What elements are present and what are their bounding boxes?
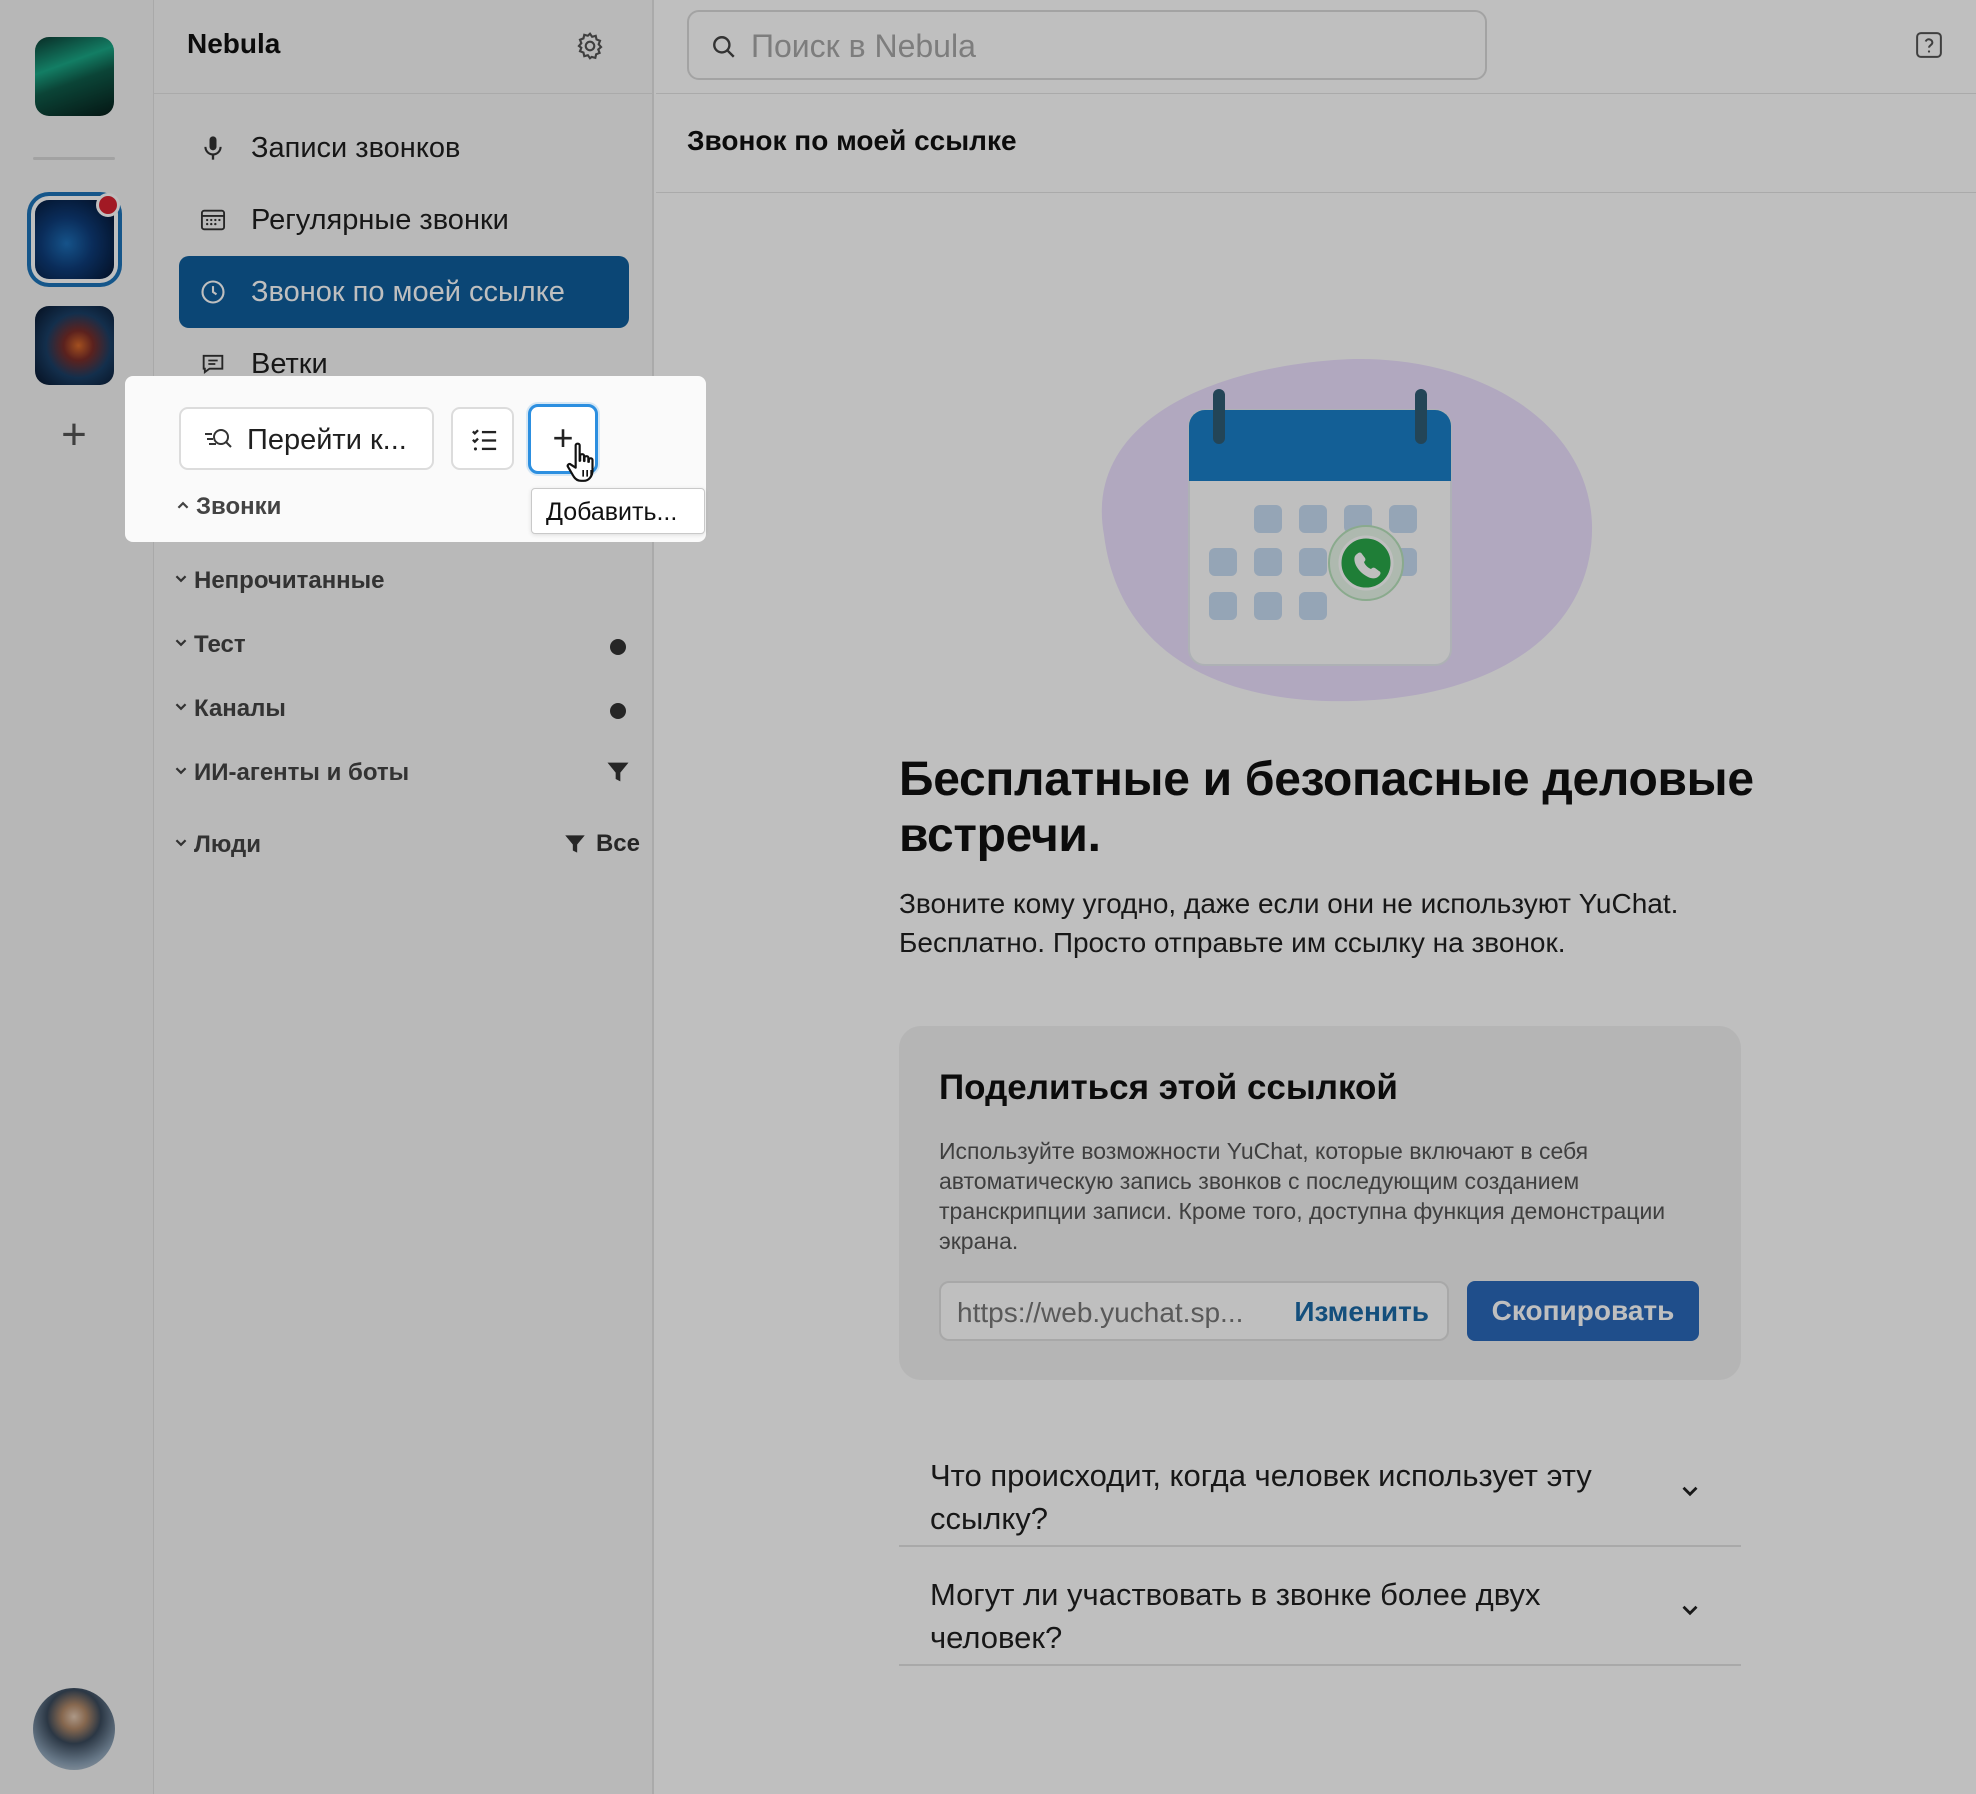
filter-icon — [565, 835, 585, 853]
chevron-down-icon — [1682, 1486, 1698, 1497]
faq-item[interactable]: Могут ли участвовать в звонке более двух… — [899, 1547, 1741, 1666]
list-view-button[interactable] — [451, 407, 514, 470]
sidebar-item-label: Записи звонков — [251, 132, 461, 164]
main-content: Звонок по моей ссылке Бесплатные и безоп… — [656, 0, 1976, 1794]
thread-icon — [202, 354, 224, 375]
call-link-field[interactable]: https://web.yuchat.sp... Изменить — [939, 1281, 1449, 1341]
tooltip-text: Добавить... — [546, 498, 678, 526]
share-link-card: Поделиться этой ссылкой Используйте возм… — [899, 1026, 1741, 1380]
topbar — [656, 0, 1976, 94]
section-label: ИИ-агенты и боты — [194, 759, 410, 786]
share-card-title: Поделиться этой ссылкой — [939, 1068, 1398, 1107]
section-test[interactable]: Тест — [170, 624, 640, 668]
sidebar: Nebula Записи звонков Регулярные звонки … — [154, 0, 654, 1794]
calendar-icon — [200, 209, 226, 231]
chevron-down-icon — [175, 639, 187, 647]
chevron-down-icon — [1682, 1605, 1698, 1616]
search-icon — [713, 36, 735, 58]
go-to-label: Перейти к... — [247, 424, 407, 456]
sidebar-item-call-recordings[interactable]: Записи звонков — [179, 112, 629, 184]
list-icon — [472, 429, 497, 451]
section-label: Люди — [194, 831, 262, 858]
workspace-header: Nebula — [154, 0, 654, 94]
chevron-down-icon — [175, 839, 187, 847]
share-card-description: Используйте возможности YuChat, которые … — [939, 1138, 1666, 1254]
sidebar-item-label: Регулярные звонки — [251, 204, 509, 236]
section-label: Непрочитанные — [194, 567, 385, 594]
section-unread[interactable]: Непрочитанные — [170, 560, 640, 604]
change-link-button[interactable]: Изменить — [1294, 1296, 1429, 1328]
faq-question: Могут ли участвовать в звонке более двух… — [930, 1577, 1541, 1655]
faq-item[interactable]: Что происходит, когда человек использует… — [899, 1428, 1741, 1547]
gear-icon[interactable] — [574, 30, 606, 62]
go-to-button[interactable]: Перейти к... — [179, 407, 434, 470]
sidebar-item-recurring-calls[interactable]: Регулярные звонки — [179, 184, 629, 256]
microphone-icon — [204, 136, 222, 160]
user-avatar[interactable] — [33, 1688, 115, 1770]
hero-subtitle: Звоните кому угодно, даже если они не ис… — [899, 888, 1679, 958]
unread-badge — [96, 193, 120, 217]
faq-question: Что происходит, когда человек использует… — [930, 1458, 1592, 1536]
add-tooltip: Добавить... — [531, 488, 705, 534]
search-bar[interactable] — [687, 10, 1487, 80]
unread-dot — [610, 703, 626, 719]
people-filter[interactable]: Все — [562, 830, 640, 858]
chevron-down-icon — [175, 575, 187, 583]
page-title-bar: Звонок по моей ссылке — [656, 95, 1976, 193]
clock-icon — [201, 280, 225, 304]
section-people[interactable]: Люди Все — [170, 824, 640, 868]
calendar-call-illustration — [1101, 358, 1593, 702]
chevron-down-icon — [175, 767, 187, 775]
section-ai-agents[interactable]: ИИ-агенты и боты — [170, 752, 640, 796]
page-title: Звонок по моей ссылке — [687, 125, 1017, 156]
search-input[interactable] — [751, 24, 1451, 68]
rail-divider — [33, 157, 115, 160]
workspace-rail: + — [0, 0, 154, 1794]
aurora-workspace-icon[interactable] — [35, 37, 114, 116]
filter-icon[interactable] — [604, 758, 632, 786]
chevron-up-icon — [177, 501, 189, 509]
section-channels[interactable]: Каналы — [170, 688, 640, 732]
sidebar-item-label: Звонок по моей ссылке — [251, 276, 565, 308]
section-label: Тест — [194, 631, 246, 658]
search-arrow-icon — [205, 429, 232, 448]
call-link-url[interactable]: https://web.yuchat.sp... — [957, 1297, 1267, 1329]
section-label: Каналы — [194, 695, 286, 722]
add-workspace-icon[interactable]: + — [52, 413, 96, 459]
hand-cursor-icon — [566, 442, 594, 482]
workspace-name[interactable]: Nebula — [187, 28, 280, 60]
sidebar-item-my-link-call[interactable]: Звонок по моей ссылке — [179, 256, 629, 328]
sidebar-toolbar-highlight: Перейти к... + Звонки Добавить... — [125, 376, 706, 542]
galaxy-workspace-icon[interactable] — [35, 306, 114, 385]
section-label: Звонки — [196, 493, 282, 520]
people-filter-label: Все — [595, 830, 640, 857]
hero-title: Бесплатные и безопасные деловые встречи. — [899, 753, 1754, 862]
help-icon[interactable] — [1914, 30, 1944, 60]
unread-dot — [610, 639, 626, 655]
chevron-down-icon — [175, 703, 187, 711]
copy-link-button[interactable]: Скопировать — [1467, 1281, 1699, 1341]
